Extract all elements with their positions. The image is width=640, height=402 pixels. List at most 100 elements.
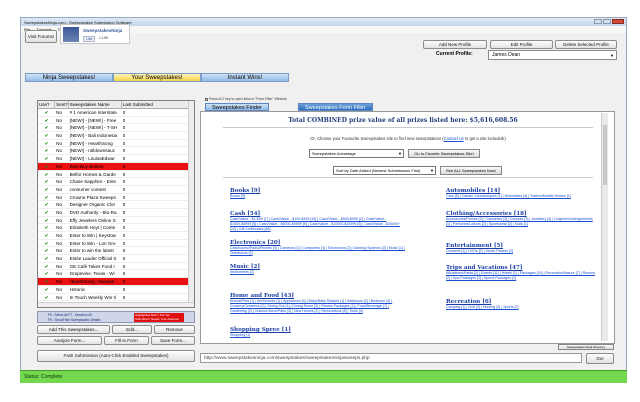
use-checkmark-icon[interactable]: ✔ <box>38 201 55 208</box>
table-row[interactable]: ✔ No [NEW!] - [NEW!] - Free 0 <box>38 117 194 125</box>
use-checkmark-icon[interactable]: ✔ <box>38 255 55 262</box>
maximize-icon[interactable] <box>603 19 611 24</box>
remove-button[interactable]: Remove <box>154 325 195 334</box>
site-select[interactable]: Sweepstakes Advantage ▼ <box>309 149 404 158</box>
category-links[interactable]: Books [9] <box>230 194 405 199</box>
table-row[interactable]: ✔ No Designer Organic Clot 0 <box>38 201 194 209</box>
category-links[interactable]: Concerts [1] | DVDs [2] | Movie Passes [… <box>446 249 596 254</box>
see-all-button[interactable]: See ALL Sweepstakes Now! <box>440 166 502 175</box>
tab-instant-wins[interactable]: Instant Wins! <box>201 73 289 82</box>
url-field[interactable]: http://www.sweepstakesninja.com/sweepsta… <box>200 353 582 363</box>
table-row[interactable]: ✔ No consumer contest 0 <box>38 186 194 194</box>
table-row[interactable]: ✔ No GE Café Takes Food I 0 <box>38 263 194 271</box>
scrollbar-thumb[interactable] <box>603 125 607 185</box>
add-sweepstakes-button[interactable]: Add This Sweepstakes... <box>37 325 110 334</box>
use-checkmark-icon[interactable]: ✔ <box>38 109 55 116</box>
table-row[interactable]: ✔ No Effy Jewelers Online S 0 <box>38 217 194 225</box>
category-links[interactable]: Accessories/Purses [3] | Cosmetics [3] |… <box>446 217 596 227</box>
table-row[interactable]: ✔ No [NEW!] - Bali Indonesia 0 <box>38 132 194 140</box>
category-links[interactable]: Animal/Pets [1] | Art/Schools [1] | Appl… <box>230 299 405 314</box>
table-horizontal-scrollbar[interactable] <box>38 302 194 307</box>
table-row[interactable]: ✔ No Grapevine, Texas - Wi 0 <box>38 270 194 279</box>
table-row[interactable]: ✔ No Enter to win the latest 0 <box>38 247 194 256</box>
table-vertical-scrollbar[interactable] <box>188 101 194 307</box>
delete-profile-button[interactable]: Delete Selected Profile <box>555 40 617 49</box>
category-links[interactable]: Camping [1] | Golf [2] | Hunting [2] | S… <box>446 305 596 310</box>
use-checkmark-icon[interactable]: ✔ <box>38 278 55 285</box>
go-to-site-button[interactable]: Go to Favorite Sweepstakes Site! <box>408 149 480 158</box>
alt-key-checkbox[interactable]: Press ALT key to open links in "Form Fil… <box>205 97 287 101</box>
close-icon[interactable] <box>612 19 624 24</box>
table-row[interactable]: ✔ No Enter to Win - Lori Gre 0 <box>38 240 194 248</box>
category-links[interactable]: Cellphones/iPads/iPhones [5] | Cameras [… <box>230 246 405 256</box>
tab-ninja-sweepstakes[interactable]: Ninja Sweepstakes! <box>25 73 113 82</box>
category-links[interactable]: Cash/Value - $1-$99 [7] | Cash/Value - $… <box>230 217 405 232</box>
table-row[interactable]: ✔ No Elizabeth Hoyt | Conte 0 <box>38 224 194 232</box>
use-checkmark-icon[interactable]: ✔ <box>38 178 55 185</box>
use-checkmark-icon[interactable]: ✔ <box>38 224 55 231</box>
save-form-button[interactable]: Save Form... <box>151 336 195 345</box>
table-row[interactable]: ✔ No [NEW!] - HearthSong 0 <box>38 140 194 148</box>
directory-button[interactable]: Sweepstakes Ninja Directory <box>558 344 614 350</box>
table-row[interactable]: ✔ No Hotonic 0 <box>38 286 194 294</box>
analyze-form-button[interactable]: Analyze Form... <box>37 336 102 345</box>
edit-button[interactable]: Edit... <box>112 325 152 334</box>
use-checkmark-icon[interactable]: ✔ <box>38 232 55 239</box>
table-row[interactable]: ✔ No Estée Lauder Official S 0 <box>38 255 194 263</box>
table-row[interactable]: ✔ No Best Buy Boston 0 <box>38 162 194 171</box>
use-checkmark-icon[interactable]: ✔ <box>38 124 55 131</box>
tab-your-sweepstakes[interactable]: Your Sweepstakes! <box>113 73 201 82</box>
go-button[interactable]: Go! <box>586 353 614 364</box>
fast-submission-button[interactable]: Fast! Submission (Auto-Click Enabled Swe… <box>37 350 195 362</box>
contact-us-link[interactable]: Contact us <box>444 136 464 141</box>
table-row[interactable]: ✔ No Crowne Plaza Sweeps 0 <box>38 194 194 202</box>
col-sent[interactable]: Sent? <box>55 101 69 108</box>
col-name[interactable]: Sweepstakes Name <box>69 101 122 108</box>
use-checkmark-icon[interactable]: ✔ <box>38 132 55 139</box>
category-links[interactable]: Attractions/Parks [2] | Events [11] | Ho… <box>446 271 596 281</box>
table-row[interactable]: ✔ No [NEW!] - [NEW!] - T-SH 0 <box>38 124 194 133</box>
use-checkmark-icon[interactable]: ✔ <box>38 294 55 301</box>
use-checkmark-icon[interactable]: ✔ <box>38 217 55 224</box>
use-checkmark-icon[interactable]: ✔ <box>38 209 55 216</box>
use-checkmark-icon[interactable]: ✔ <box>38 140 55 147</box>
category-links[interactable]: Shopping [1] <box>230 333 405 338</box>
use-checkmark-icon[interactable]: ✔ <box>38 117 55 124</box>
web-vertical-scrollbar[interactable] <box>601 113 608 341</box>
table-row[interactable]: ✔ No HearthSong | Sweeps 0 <box>38 278 194 286</box>
use-checkmark-icon[interactable]: ✔ <box>38 186 55 193</box>
col-last-submitted[interactable]: Last Submitted <box>122 101 194 108</box>
edit-profile-button[interactable]: Edit Profile <box>490 40 553 49</box>
table-row[interactable]: ✔ No [NEW!] - LouisaEdwar 0 <box>38 155 194 163</box>
category-links[interactable]: Instruments [2] <box>230 270 405 275</box>
add-profile-button[interactable]: Add New Profile <box>423 40 487 49</box>
table-row[interactable]: ✔ No DVD Authority - Blu-Ra 0 <box>38 209 194 217</box>
use-checkmark-icon[interactable]: ✔ <box>38 155 55 162</box>
like-button[interactable]: Like <box>83 36 96 42</box>
use-checkmark-icon[interactable]: ✔ <box>38 247 55 254</box>
table-row[interactable]: ✔ No [NEW!] - rolldownsauc 0 <box>38 147 194 156</box>
current-profile-select[interactable]: James Dean ▼ <box>488 50 617 60</box>
last-submitted-cell: 0 <box>122 225 126 231</box>
sort-select[interactable]: Sort by Date Added (Newest Submissions F… <box>333 166 436 175</box>
use-checkmark-icon[interactable]: ✔ <box>38 263 55 270</box>
use-checkmark-icon[interactable]: ✔ <box>38 286 55 293</box>
table-row[interactable]: ✔ No In Touch Weekly Win tl 0 <box>38 294 194 302</box>
use-checkmark-icon[interactable]: ✔ <box>38 171 55 178</box>
use-checkmark-icon[interactable]: ✔ <box>38 147 55 154</box>
table-row[interactable]: ✔ No Enter to Win | Keystow 0 <box>38 232 194 240</box>
use-checkmark-icon[interactable]: ✔ <box>38 194 55 201</box>
fill-form-button[interactable]: Fill-in Form <box>104 336 149 345</box>
col-use[interactable]: Use? <box>38 101 56 108</box>
table-row[interactable]: ✔ No Belfor Homes & Garde 0 <box>38 171 194 179</box>
minimize-icon[interactable] <box>594 19 602 24</box>
table-row[interactable]: ✔ No # 1 American Interstate 0 <box>38 109 194 117</box>
use-checkmark-icon[interactable]: ✔ <box>38 163 55 170</box>
use-checkmark-icon[interactable]: ✔ <box>38 270 55 277</box>
table-row[interactable]: ✔ No Chase Sapphire - Ente 0 <box>38 178 194 186</box>
category-links[interactable]: Cars [8] | Classic Cars/Antiques [1] | M… <box>446 194 596 199</box>
tab-sweepstakes-finder[interactable]: Sweepstakes Finder <box>205 103 269 111</box>
tab-sweepstakes-form-filler[interactable]: Sweepstakes Form Filler <box>298 103 373 111</box>
visit-forums-button[interactable]: Visit Forums! <box>25 30 57 43</box>
use-checkmark-icon[interactable]: ✔ <box>38 240 55 247</box>
